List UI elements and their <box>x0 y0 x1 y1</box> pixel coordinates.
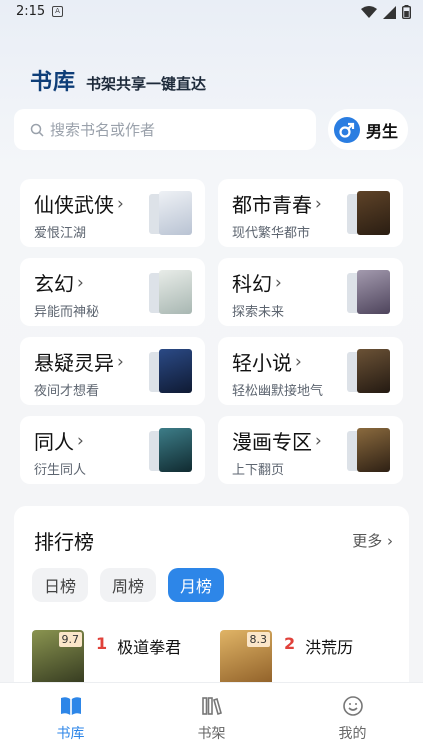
category-desc: 衍生同人 <box>34 463 87 478</box>
book-score: 9.7 <box>58 632 82 647</box>
category-card[interactable]: 漫画专区 › 上下翻页 <box>218 416 403 484</box>
category-name: 轻小说 <box>232 351 292 375</box>
gender-toggle[interactable]: 男生 <box>328 109 408 150</box>
bottom-tab-bar: 书库 书架 我的 <box>0 682 423 753</box>
category-cover <box>347 268 393 316</box>
chevron-right-icon: › <box>117 193 124 214</box>
chevron-right-icon: › <box>77 430 84 451</box>
ranking-book-item[interactable]: 9.7 1 极道拳君 <box>32 630 181 690</box>
tab-weekly[interactable]: 周榜 <box>100 568 156 602</box>
ranking-tabs: 日榜 周榜 月榜 <box>32 568 224 602</box>
page-title: 书库 <box>30 70 77 95</box>
status-bar: 2:15 A <box>0 0 423 26</box>
book-cover: 9.7 <box>32 630 84 690</box>
book-cover: 8.3 <box>220 630 272 690</box>
wifi-icon <box>361 5 377 18</box>
tab-bookshelf[interactable]: 书架 <box>141 683 282 753</box>
category-cover <box>149 426 195 474</box>
category-card[interactable]: 同人 › 衍生同人 <box>20 416 205 484</box>
notification-icon: A <box>52 6 63 17</box>
book-score: 8.3 <box>246 632 270 647</box>
category-cover <box>347 426 393 474</box>
tab-library[interactable]: 书库 <box>0 683 141 753</box>
category-cover <box>347 347 393 395</box>
book-open-icon <box>60 697 81 715</box>
category-name: 玄幻 <box>34 272 74 296</box>
ranking-book-item[interactable]: 8.3 2 洪荒历 <box>220 630 353 690</box>
category-card[interactable]: 科幻 › 探索未来 <box>218 258 403 326</box>
chevron-right-icon: › <box>275 272 282 293</box>
search-input[interactable]: 搜索书名或作者 <box>14 109 316 150</box>
category-desc: 异能而神秘 <box>34 305 100 320</box>
chevron-right-icon: › <box>77 272 84 293</box>
category-card[interactable]: 轻小说 › 轻松幽默接地气 <box>218 337 403 405</box>
category-name: 同人 <box>34 430 74 454</box>
tab-profile[interactable]: 我的 <box>282 683 423 753</box>
smiley-face-icon <box>342 696 363 716</box>
search-icon <box>30 123 44 137</box>
category-desc: 探索未来 <box>232 305 285 320</box>
page-subtitle: 书架共享一键直达 <box>86 75 207 93</box>
search-placeholder: 搜索书名或作者 <box>50 121 156 139</box>
category-cover <box>149 347 195 395</box>
category-desc: 夜间才想看 <box>34 384 100 399</box>
ranking-more-link[interactable]: 更多 › <box>352 530 393 551</box>
category-card[interactable]: 仙侠武侠 › 爱恨江湖 <box>20 179 205 247</box>
page-header: 书库 书架共享一键直达 <box>30 64 206 96</box>
category-desc: 爱恨江湖 <box>34 226 87 241</box>
gender-label: 男生 <box>366 121 399 141</box>
category-card[interactable]: 玄幻 › 异能而神秘 <box>20 258 205 326</box>
tab-monthly[interactable]: 月榜 <box>168 568 224 602</box>
battery-icon <box>402 5 411 19</box>
male-icon <box>334 116 360 143</box>
bookshelf-icon <box>201 697 222 716</box>
chevron-right-icon: › <box>315 193 322 214</box>
chevron-right-icon: › <box>295 351 302 372</box>
category-cover <box>149 189 195 237</box>
category-card[interactable]: 悬疑灵异 › 夜间才想看 <box>20 337 205 405</box>
tab-daily[interactable]: 日榜 <box>32 568 88 602</box>
category-desc: 轻松幽默接地气 <box>232 384 324 399</box>
category-cover <box>347 189 393 237</box>
category-name: 都市青春 <box>232 193 312 217</box>
category-name: 科幻 <box>232 272 272 296</box>
system-icons <box>361 5 411 19</box>
signal-icon <box>383 5 396 19</box>
category-desc: 现代繁华都市 <box>232 226 311 241</box>
chevron-right-icon: › <box>387 532 393 550</box>
category-desc: 上下翻页 <box>232 463 285 478</box>
category-name: 漫画专区 <box>232 430 312 454</box>
status-time: 2:15 <box>16 4 46 19</box>
chevron-right-icon: › <box>315 430 322 451</box>
chevron-right-icon: › <box>117 351 124 372</box>
category-card[interactable]: 都市青春 › 现代繁华都市 <box>218 179 403 247</box>
ranking-title: 排行榜 <box>34 530 94 554</box>
category-name: 仙侠武侠 <box>34 193 114 217</box>
category-name: 悬疑灵异 <box>34 351 114 375</box>
category-cover <box>149 268 195 316</box>
